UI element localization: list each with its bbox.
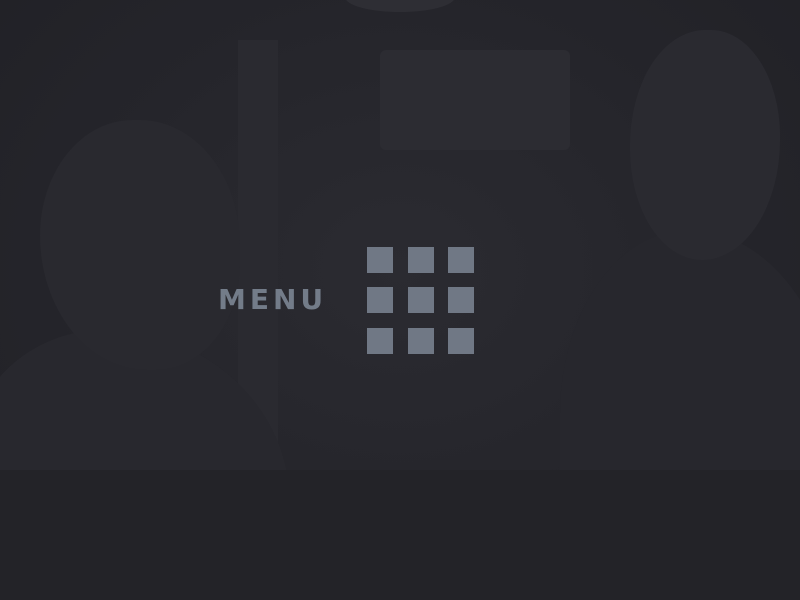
menu-label: MENU: [218, 283, 328, 316]
grid-icon-cell: [367, 246, 393, 273]
grid-icon-cell: [407, 246, 434, 273]
background-window: [380, 50, 570, 150]
grid-icon-cell: [407, 327, 434, 354]
menu-button[interactable]: MENU: [218, 245, 474, 355]
grid-icon-cell: [448, 246, 474, 273]
background-desk: [0, 470, 800, 600]
grid-icon-cell: [448, 327, 474, 354]
grid-icon-cell: [367, 287, 393, 313]
background-person-right-head: [630, 30, 780, 260]
background-person-left-head: [40, 120, 240, 370]
background-lamp: [345, 0, 455, 12]
grid-icon[interactable]: [367, 246, 474, 354]
page-background: MENU: [0, 0, 800, 600]
grid-icon-cell: [448, 287, 474, 313]
grid-icon-cell: [367, 327, 393, 354]
grid-icon-cell: [407, 287, 434, 313]
